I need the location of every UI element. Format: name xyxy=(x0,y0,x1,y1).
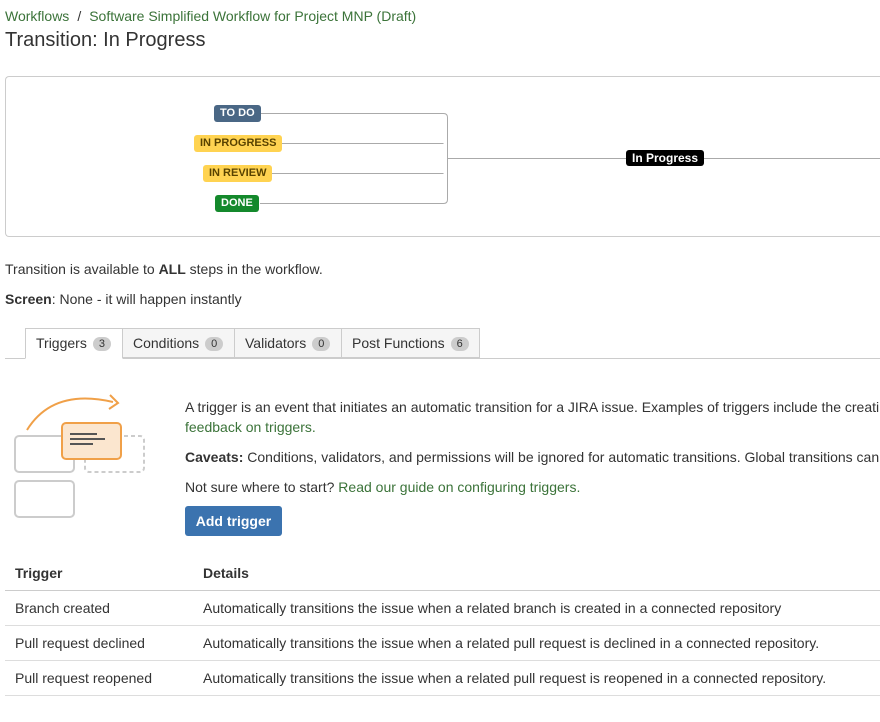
breadcrumb-workflows-link[interactable]: Workflows xyxy=(5,8,69,24)
trigger-name-cell: Pull request reopened xyxy=(5,660,193,696)
transition-tabs: Triggers 3 Conditions 0 Validators 0 Post F… xyxy=(5,328,880,359)
trigger-details-cell: Automatically transitions the issue when… xyxy=(193,660,880,696)
trigger-illustration xyxy=(14,394,145,518)
availability-prefix: Transition is available to xyxy=(5,261,159,277)
availability-emphasis: ALL xyxy=(158,261,186,277)
table-header-row: Trigger Details xyxy=(5,556,880,591)
tab-conditions-label: Conditions xyxy=(133,335,200,351)
tab-triggers-count-badge: 3 xyxy=(92,337,111,351)
caveats-body: Conditions, validators, and permissions … xyxy=(243,449,880,465)
guide-prefix: Not sure where to start? xyxy=(185,479,339,495)
tab-triggers-label: Triggers xyxy=(36,335,87,351)
status-lozenge-in-progress: IN PROGRESS xyxy=(194,135,283,152)
column-header-details: Details xyxy=(193,556,880,591)
caveats-label: Caveats: xyxy=(185,449,244,465)
availability-text: Transition is available to ALL steps in … xyxy=(5,261,323,277)
tab-conditions[interactable]: Conditions 0 xyxy=(122,328,235,358)
tab-post-functions-label: Post Functions xyxy=(352,335,445,351)
feedback-link[interactable]: feedback on triggers. xyxy=(185,419,316,435)
status-lozenge-in-review: IN REVIEW xyxy=(203,165,273,182)
screen-info: Screen: None - it will happen instantly xyxy=(5,291,242,307)
tabs-baseline xyxy=(5,358,880,359)
tab-validators[interactable]: Validators 0 xyxy=(234,328,342,358)
trigger-name-cell: Branch created xyxy=(5,590,193,626)
tab-triggers[interactable]: Triggers 3 xyxy=(25,328,123,359)
breadcrumb-separator: / xyxy=(77,8,82,24)
target-status-label: In Progress xyxy=(626,150,705,166)
caveats-text: Caveats: Conditions, validators, and per… xyxy=(185,449,879,465)
diagram-connectors xyxy=(260,113,880,204)
screen-label: Screen xyxy=(5,291,52,307)
tab-validators-label: Validators xyxy=(245,335,307,351)
table-row: Branch created Automatically transitions… xyxy=(5,590,880,626)
trigger-table: Trigger Details Branch created Automatic… xyxy=(5,556,880,696)
screen-value: : None - it will happen instantly xyxy=(51,291,242,307)
feedback-line: feedback on triggers. xyxy=(185,419,316,435)
breadcrumb: Workflows / Software Simplified Workflow f… xyxy=(5,8,416,24)
breadcrumb-workflow-link[interactable]: Software Simplified Workflow for Project… xyxy=(89,8,416,24)
tab-conditions-count-badge: 0 xyxy=(205,337,224,351)
add-trigger-button[interactable]: Add trigger xyxy=(185,506,282,536)
triggers-intro-text: A trigger is an event that initiates an … xyxy=(185,399,880,415)
tab-post-functions[interactable]: Post Functions 6 xyxy=(341,328,480,358)
guide-text: Not sure where to start? Read our guide … xyxy=(185,479,580,495)
column-header-trigger: Trigger xyxy=(5,556,193,591)
status-lozenge-todo: TO DO xyxy=(214,105,261,122)
transition-diagram: TO DO IN PROGRESS IN REVIEW DONE In Prog… xyxy=(5,76,880,237)
availability-suffix: steps in the workflow. xyxy=(185,261,323,277)
status-lozenge-done: DONE xyxy=(215,195,259,212)
guide-link[interactable]: Read our guide on configuring triggers. xyxy=(338,479,580,495)
tab-post-functions-count-badge: 6 xyxy=(450,337,469,351)
trigger-details-cell: Automatically transitions the issue when… xyxy=(193,590,880,626)
trigger-details-cell: Automatically transitions the issue when… xyxy=(193,625,880,661)
tab-validators-count-badge: 0 xyxy=(312,337,331,351)
table-row: Pull request declined Automatically tran… xyxy=(5,625,880,661)
page-title: Transition: In Progress xyxy=(5,29,206,51)
trigger-name-cell: Pull request declined xyxy=(5,625,193,661)
table-row: Pull request reopened Automatically tran… xyxy=(5,660,880,696)
